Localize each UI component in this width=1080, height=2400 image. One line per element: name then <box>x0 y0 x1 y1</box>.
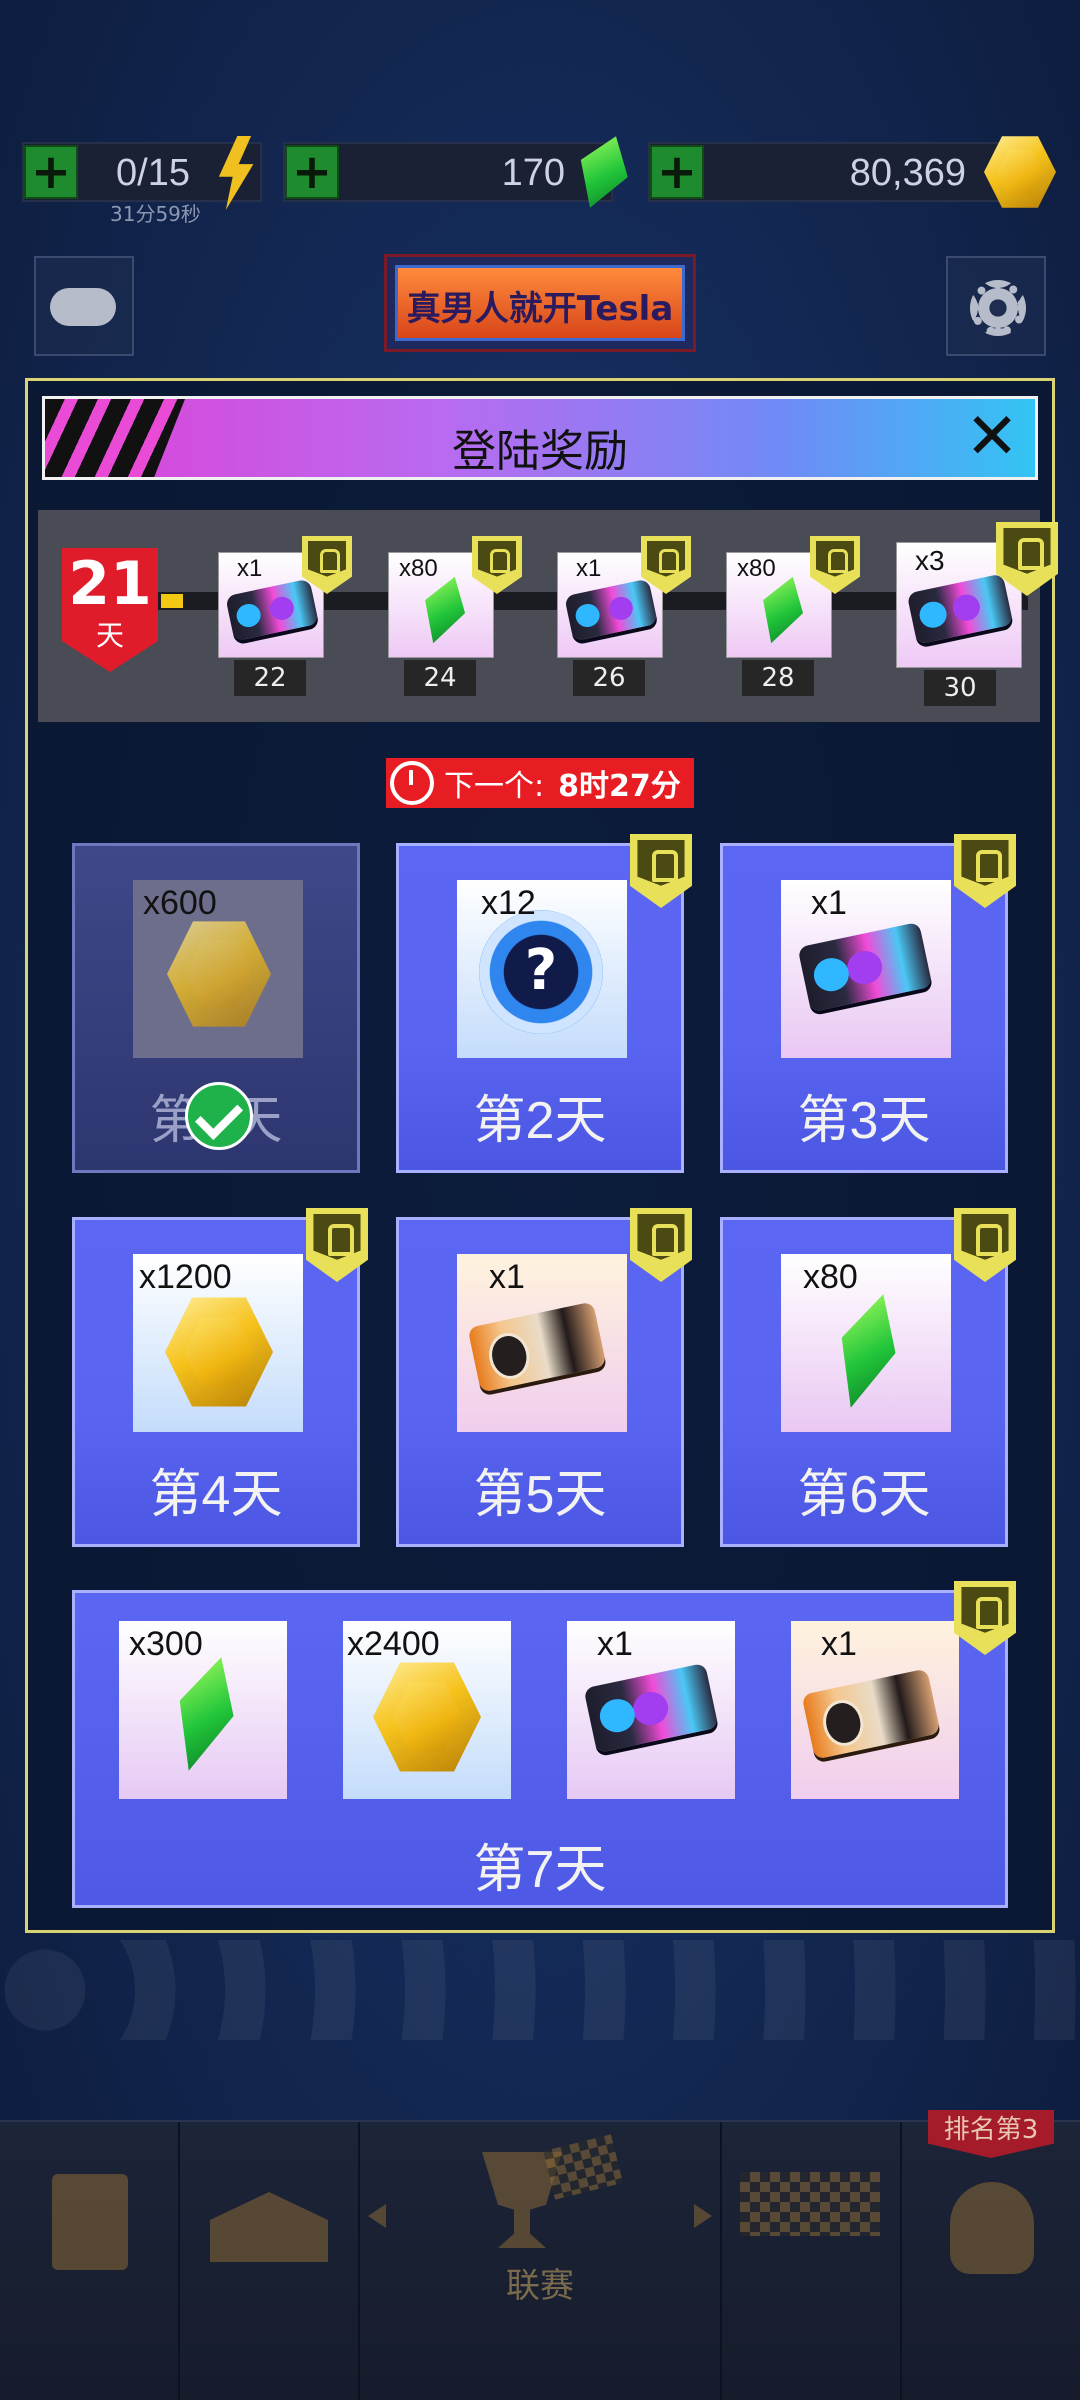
cloud-sync-button[interactable] <box>34 256 134 356</box>
reward-qty: x1 <box>821 1625 857 1663</box>
crossed-flags-icon <box>740 2172 880 2236</box>
ticket-icon <box>564 578 658 642</box>
reward-qty: x600 <box>143 884 217 922</box>
reward-image: x1 <box>781 880 951 1058</box>
close-button[interactable]: ✕ <box>959 405 1025 469</box>
coin-icon <box>165 1297 273 1407</box>
modal-header: 登陆奖励 ✕ <box>42 396 1038 480</box>
energy-timer: 31分59秒 <box>110 202 201 226</box>
reward-qty: x1 <box>489 1258 525 1296</box>
milestone-qty: x3 <box>915 545 945 576</box>
streak-days: 21 <box>68 549 152 619</box>
day-card-7[interactable]: x300 x2400 x1 x1 第7天 <box>72 1590 1008 1908</box>
streak-unit: 天 <box>95 619 124 652</box>
day-label: 第4天 <box>149 1466 283 1524</box>
add-coins-button[interactable]: + <box>650 145 704 199</box>
milestone-qty: x80 <box>399 555 438 582</box>
chevron-left-icon <box>368 2204 386 2228</box>
reward-image: x600 <box>133 880 303 1058</box>
next-label: 下一个: <box>444 769 545 804</box>
reward-image: x1 <box>791 1621 959 1799</box>
reward-qty: x2400 <box>347 1625 440 1663</box>
reward-image: x1 <box>567 1621 735 1799</box>
day-label: 第3天 <box>797 1092 931 1150</box>
gear-icon <box>970 280 1026 336</box>
reward-qty: x1200 <box>139 1258 232 1296</box>
ticket-icon <box>906 573 1014 645</box>
day-label: 第7天 <box>473 1841 607 1899</box>
reward-qty: x1 <box>597 1625 633 1663</box>
streak-badge: 21 天 <box>62 548 158 672</box>
shop-icon <box>52 2174 128 2270</box>
day-label: 第6天 <box>797 1466 931 1524</box>
milestone-day: 22 <box>234 660 306 696</box>
milestone-qty: x1 <box>237 555 263 582</box>
team-banner-text: 真男人就开Tesla <box>406 289 674 329</box>
coin-icon <box>167 921 271 1027</box>
team-banner[interactable]: 真男人就开Tesla <box>384 254 696 352</box>
day-label: 第2天 <box>473 1092 607 1150</box>
next-value: 8时27分 <box>558 769 681 804</box>
milestone-qty: x1 <box>576 555 602 582</box>
reward-image: x80 <box>781 1254 951 1432</box>
reward-image: x2400 <box>343 1621 511 1799</box>
day-label: 第5天 <box>473 1466 607 1524</box>
ticket-icon <box>225 578 319 642</box>
reward-image: ? x12 <box>457 880 627 1058</box>
reward-qty: x80 <box>803 1258 858 1296</box>
checkmark-icon <box>185 1082 253 1150</box>
reward-image: x300 <box>119 1621 287 1799</box>
milestone-day: 28 <box>742 660 814 696</box>
crystal-bar: + 170 <box>283 142 613 202</box>
milestone-day: 30 <box>924 670 996 706</box>
turbo-ticket-icon <box>801 1668 941 1760</box>
close-icon: ✕ <box>965 400 1019 474</box>
add-energy-button[interactable]: + <box>24 145 78 199</box>
nav-league-label: 联赛 <box>506 2266 574 2306</box>
reward-image: x1 <box>457 1254 627 1432</box>
ticket-icon <box>583 1662 719 1754</box>
crystal-icon <box>162 1650 248 1779</box>
reward-qty: x300 <box>129 1625 203 1663</box>
modal-title: 登陆奖励 <box>452 427 628 476</box>
streak-track: 21 天 x1 22 x80 24 x1 26 x80 28 x3 30 <box>38 510 1058 722</box>
reward-image: x1200 <box>133 1254 303 1432</box>
garage-icon <box>210 2192 328 2262</box>
add-crystals-button[interactable]: + <box>285 145 339 199</box>
coin-icon <box>373 1662 481 1772</box>
crystal-value: 170 <box>501 152 565 194</box>
day-card-1[interactable]: x600 第1天 <box>72 843 360 1173</box>
next-reward-timer: 下一个: 8时27分 <box>386 758 694 808</box>
cloud-sync-icon <box>50 288 116 326</box>
crystal-icon <box>824 1287 910 1416</box>
checkered-flag-icon <box>542 2134 624 2200</box>
chevron-right-icon <box>694 2204 712 2228</box>
reward-qty: x12 <box>481 884 536 922</box>
turbo-ticket-icon <box>467 1301 607 1393</box>
ticket-icon <box>797 921 933 1013</box>
clock-icon <box>390 761 434 805</box>
milestone-qty: x80 <box>737 555 776 582</box>
energy-value: 0/15 <box>116 152 190 194</box>
milestone-day: 24 <box>404 660 476 696</box>
track-progress <box>161 594 183 608</box>
mystery-box-icon: ? <box>479 910 603 1034</box>
reward-qty: x1 <box>811 884 847 922</box>
milestone-day: 26 <box>573 660 645 696</box>
coin-bar: + 80,369 <box>648 142 1038 202</box>
settings-button[interactable] <box>946 256 1046 356</box>
coin-value: 80,369 <box>849 152 966 194</box>
